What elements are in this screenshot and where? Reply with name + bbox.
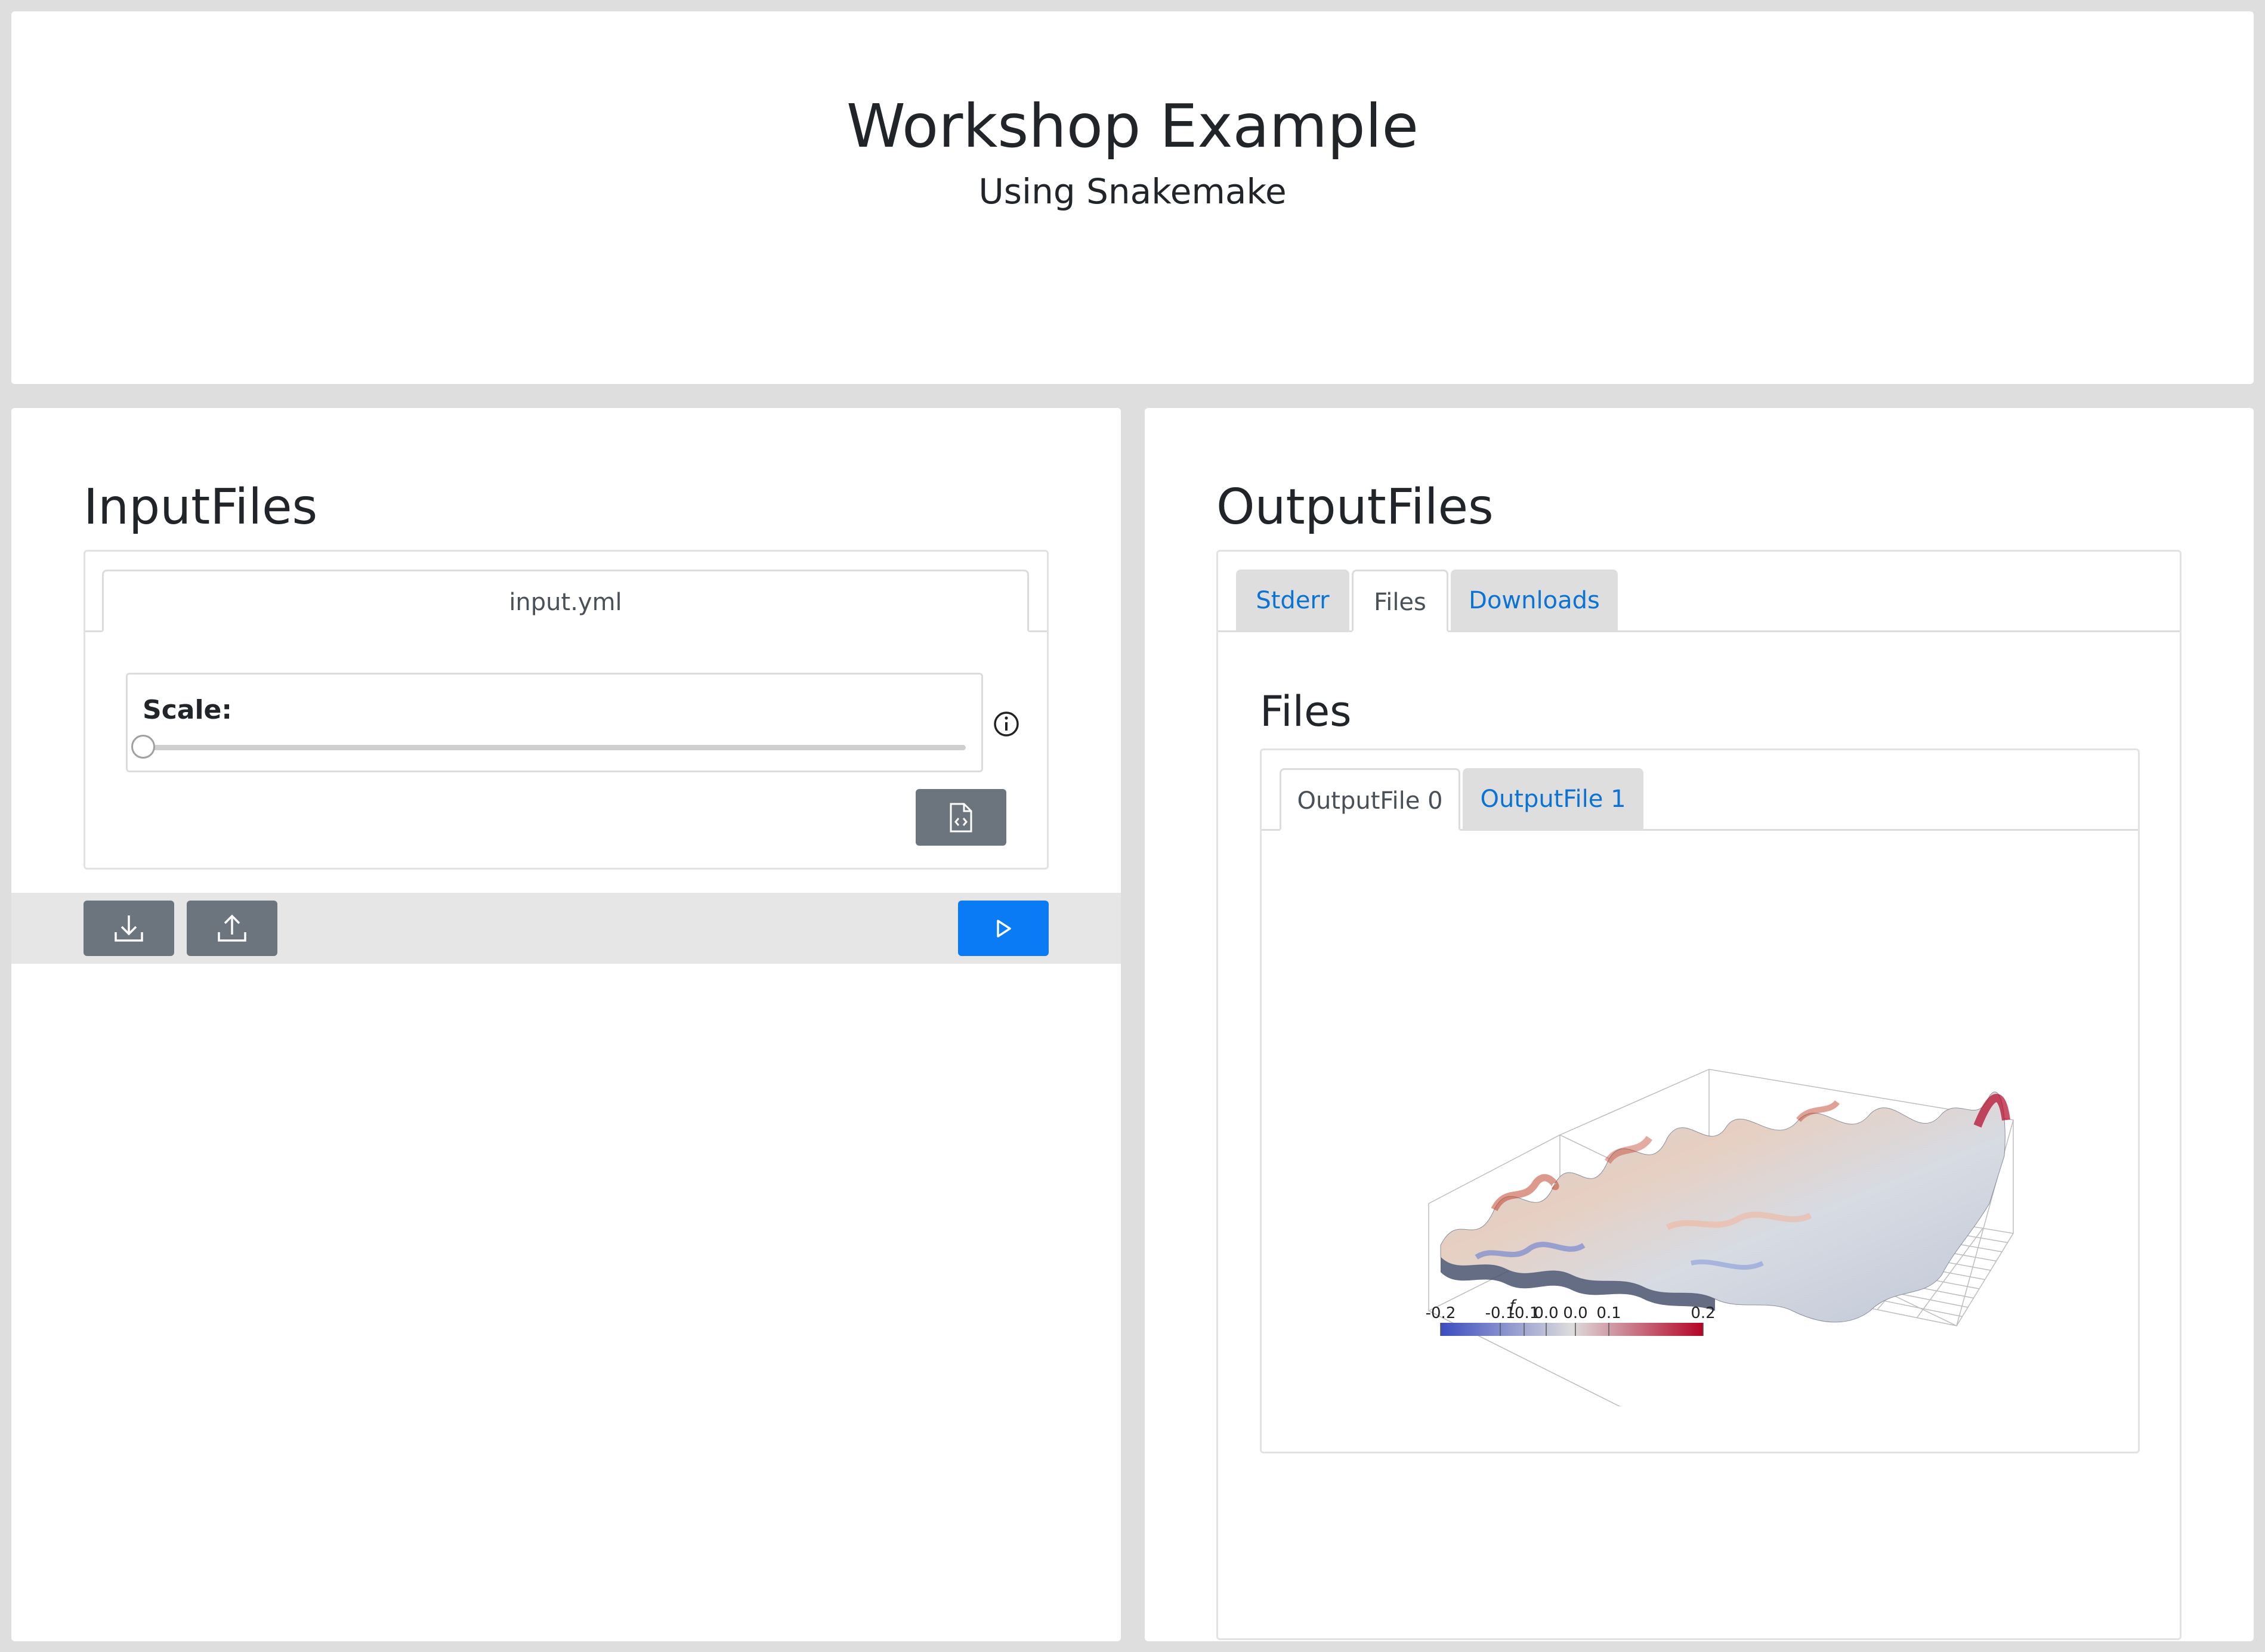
- input-heading: InputFiles: [84, 479, 318, 536]
- tab-input-yml[interactable]: input.yml: [102, 570, 1029, 632]
- action-bar: [11, 893, 1121, 964]
- download-button[interactable]: [84, 901, 174, 956]
- surface-mesh: [1440, 1091, 2010, 1323]
- tab-outputfile-1[interactable]: OutputFile 1: [1463, 768, 1643, 831]
- upload-icon: [218, 914, 246, 942]
- colorbar-tick-label: 0.2: [1691, 1304, 1715, 1322]
- scale-slider-handle[interactable]: [131, 735, 155, 759]
- files-card: OutputFile 0 OutputFile 1 f -0.2 -0.1 -0…: [1260, 748, 2140, 1453]
- tab-outputfile-0-label: OutputFile 0: [1297, 787, 1443, 815]
- colorbar-tick-label: 0.0: [1563, 1304, 1587, 1322]
- run-button[interactable]: [958, 901, 1049, 956]
- tab-input-yml-label: input.yml: [509, 589, 622, 616]
- output-panel: OutputFiles Stderr Files Downloads Files…: [1145, 408, 2254, 1641]
- tab-outputfile-0[interactable]: OutputFile 0: [1280, 768, 1460, 831]
- file-code-icon: [950, 803, 972, 832]
- page-title: Workshop Example: [846, 91, 1419, 161]
- colorbar: [1441, 1323, 1703, 1336]
- play-icon: [997, 919, 1011, 938]
- input-files-card: input.yml Scale:: [84, 550, 1049, 870]
- surface-plot[interactable]: f -0.2 -0.1-0.10.0 0.0 0.1 0.2: [1357, 977, 2037, 1406]
- output-files-card: Stderr Files Downloads Files OutputFile …: [1216, 550, 2181, 1640]
- input-panel: InputFiles input.yml Scale:: [11, 408, 1121, 1641]
- download-icon: [115, 915, 143, 942]
- tab-outputfile-1-label: OutputFile 1: [1480, 785, 1626, 813]
- page-subtitle: Using Snakemake: [978, 171, 1287, 212]
- info-icon[interactable]: [993, 710, 1020, 738]
- colorbar-tick-label: -0.2: [1426, 1304, 1456, 1322]
- scale-label: Scale:: [143, 695, 232, 725]
- colorbar-tick-label: 0.1: [1596, 1304, 1621, 1322]
- tab-stderr-label: Stderr: [1256, 587, 1330, 614]
- scale-slider-track[interactable]: [143, 745, 966, 750]
- header-card: Workshop Example Using Snakemake: [11, 11, 2254, 384]
- view-source-button[interactable]: [916, 789, 1006, 846]
- scale-field: Scale:: [126, 673, 983, 772]
- output-heading: OutputFiles: [1216, 479, 1494, 536]
- tab-downloads-label: Downloads: [1469, 587, 1600, 614]
- tab-files-label: Files: [1374, 589, 1426, 616]
- files-heading: Files: [1260, 687, 1352, 736]
- colorbar-tick-label: 0.0: [1534, 1304, 1558, 1322]
- tab-files[interactable]: Files: [1352, 570, 1448, 632]
- upload-button[interactable]: [187, 901, 277, 956]
- tab-stderr[interactable]: Stderr: [1236, 570, 1349, 632]
- tab-downloads[interactable]: Downloads: [1451, 570, 1618, 632]
